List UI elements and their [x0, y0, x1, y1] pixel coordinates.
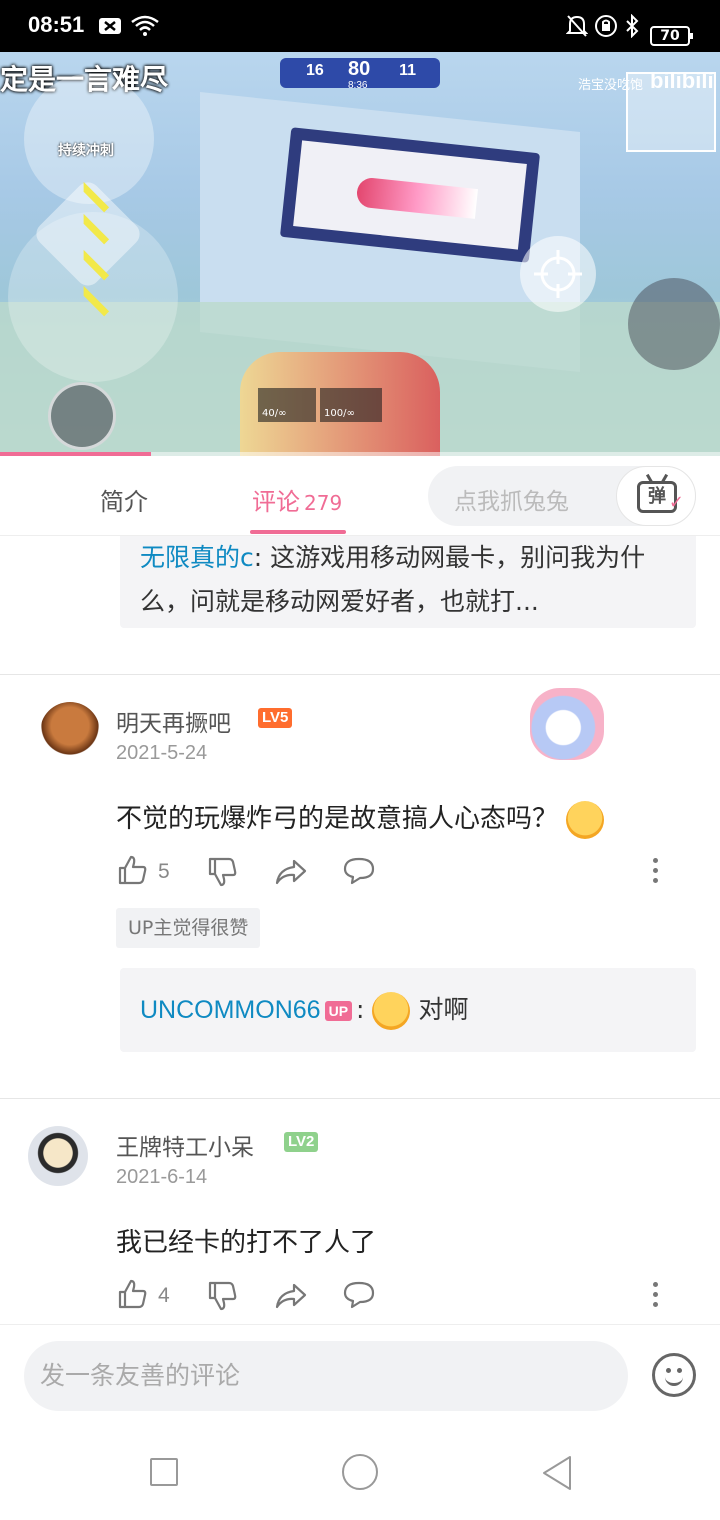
tab-intro[interactable]: 简介 [100, 482, 148, 517]
level-badge: LV5 [258, 708, 293, 728]
divider [0, 1098, 720, 1099]
comment-input[interactable]: 发一条友善的评论 [24, 1341, 628, 1411]
tab-bar: 简介 评论 279 点我抓兔兔 弹 ✓ [0, 456, 720, 536]
like-count: 5 [158, 860, 170, 883]
danmaku-input[interactable]: 点我抓兔兔 弹 ✓ [428, 466, 696, 526]
share-button[interactable] [274, 1282, 308, 1310]
more-options-icon[interactable] [653, 1282, 659, 1312]
wifi-icon [130, 14, 160, 42]
decoration-badge [530, 688, 604, 760]
score-board: 16 80 11 8:36 [280, 58, 440, 91]
score-right: 11 [399, 62, 416, 79]
avatar[interactable] [28, 1126, 88, 1186]
reply-preview[interactable]: 无限真的c: 这游戏用移动网最卡，别问我为什么，问就是移动网爱好者，也就打... [120, 536, 696, 628]
comment-date: 2021-6-14 [116, 1166, 208, 1188]
tab-comments-label: 评论 [252, 488, 300, 516]
notification-icon [98, 16, 122, 40]
battery-indicator: 70 [650, 26, 693, 46]
system-nav-bar [0, 1430, 720, 1520]
status-bar: 08:51 70 [0, 0, 720, 52]
app-screen: 08:51 70 定是一言难尽 16 80 11 8:36 持续冲刺 浩宝没吃饱… [0, 0, 720, 1520]
weapon-slot-1: 40/∞ [258, 388, 316, 422]
dislike-button[interactable] [206, 1280, 238, 1312]
emoji-icon [372, 992, 411, 1030]
up-reply-separator: : [356, 995, 365, 1024]
divider [0, 674, 720, 675]
like-button[interactable] [116, 854, 148, 886]
comment-date: 2021-5-24 [116, 742, 208, 764]
comment-text: 不觉的玩爆炸弓的是故意搞人心态吗？ [116, 798, 605, 839]
danmaku-toggle-button[interactable]: 弹 ✓ [616, 466, 696, 526]
danmaku-icon: 弹 ✓ [637, 481, 684, 513]
up-reply-username[interactable]: UNCOMMON66 [140, 996, 321, 1024]
reply-button[interactable] [342, 1280, 376, 1310]
bluetooth-icon [624, 13, 640, 42]
score-left: 16 [306, 62, 324, 79]
back-icon[interactable] [540, 1454, 574, 1496]
recent-apps-icon[interactable] [150, 1458, 178, 1486]
tab-active-indicator [250, 530, 346, 534]
comment-input-bar: 发一条友善的评论 [0, 1324, 720, 1430]
clock: 08:51 [28, 12, 85, 37]
up-badge: UP [324, 1001, 353, 1021]
avatar[interactable] [40, 702, 100, 762]
emoji-icon [566, 800, 605, 839]
comment-username[interactable]: 王牌特工小呆 [116, 1128, 254, 1162]
comment-list[interactable]: 无限真的c: 这游戏用移动网最卡，别问我为什么，问就是移动网爱好者，也就打...… [0, 536, 720, 1324]
up-reply-text: 对啊 [418, 995, 469, 1024]
sprint-label: 持续冲刺 [58, 143, 114, 159]
emoji-picker-icon[interactable] [652, 1353, 696, 1397]
comment-username[interactable]: 明天再撅吧 [116, 704, 231, 738]
score-center: 80 [348, 58, 371, 80]
up-reply[interactable]: UNCOMMON66 UP: 对啊 [120, 968, 696, 1052]
up-liked-badge: UP主觉得很赞 [116, 908, 261, 948]
aim-button [520, 236, 596, 312]
lock-rotation-icon [594, 14, 618, 42]
reply-button[interactable] [342, 856, 376, 886]
bilibili-logo: bilibili [650, 68, 714, 93]
like-count: 4 [158, 1284, 170, 1307]
dislike-button[interactable] [206, 856, 238, 888]
comment-text: 我已经卡的打不了人了 [116, 1228, 377, 1258]
fire-button [628, 278, 720, 370]
weapon-slot-2: 100/∞ [320, 388, 382, 422]
danmaku-placeholder: 点我抓兔兔 [454, 489, 569, 515]
home-icon[interactable] [342, 1454, 378, 1490]
match-timer: 8:36 [348, 80, 368, 91]
tab-comments[interactable]: 评论 279 [252, 482, 342, 517]
uploader-watermark: 浩宝没吃饱 [578, 78, 644, 93]
share-button[interactable] [274, 858, 308, 886]
like-button[interactable] [116, 1278, 148, 1310]
backpack-icon [48, 382, 116, 450]
mute-bell-icon [565, 14, 589, 42]
reply-username[interactable]: 无限真的c [140, 543, 254, 572]
level-badge: LV2 [284, 1132, 319, 1152]
tab-comments-count: 279 [304, 491, 343, 515]
video-player[interactable]: 定是一言难尽 16 80 11 8:36 持续冲刺 浩宝没吃饱 bilibili… [0, 52, 720, 456]
more-options-icon[interactable] [653, 858, 659, 888]
